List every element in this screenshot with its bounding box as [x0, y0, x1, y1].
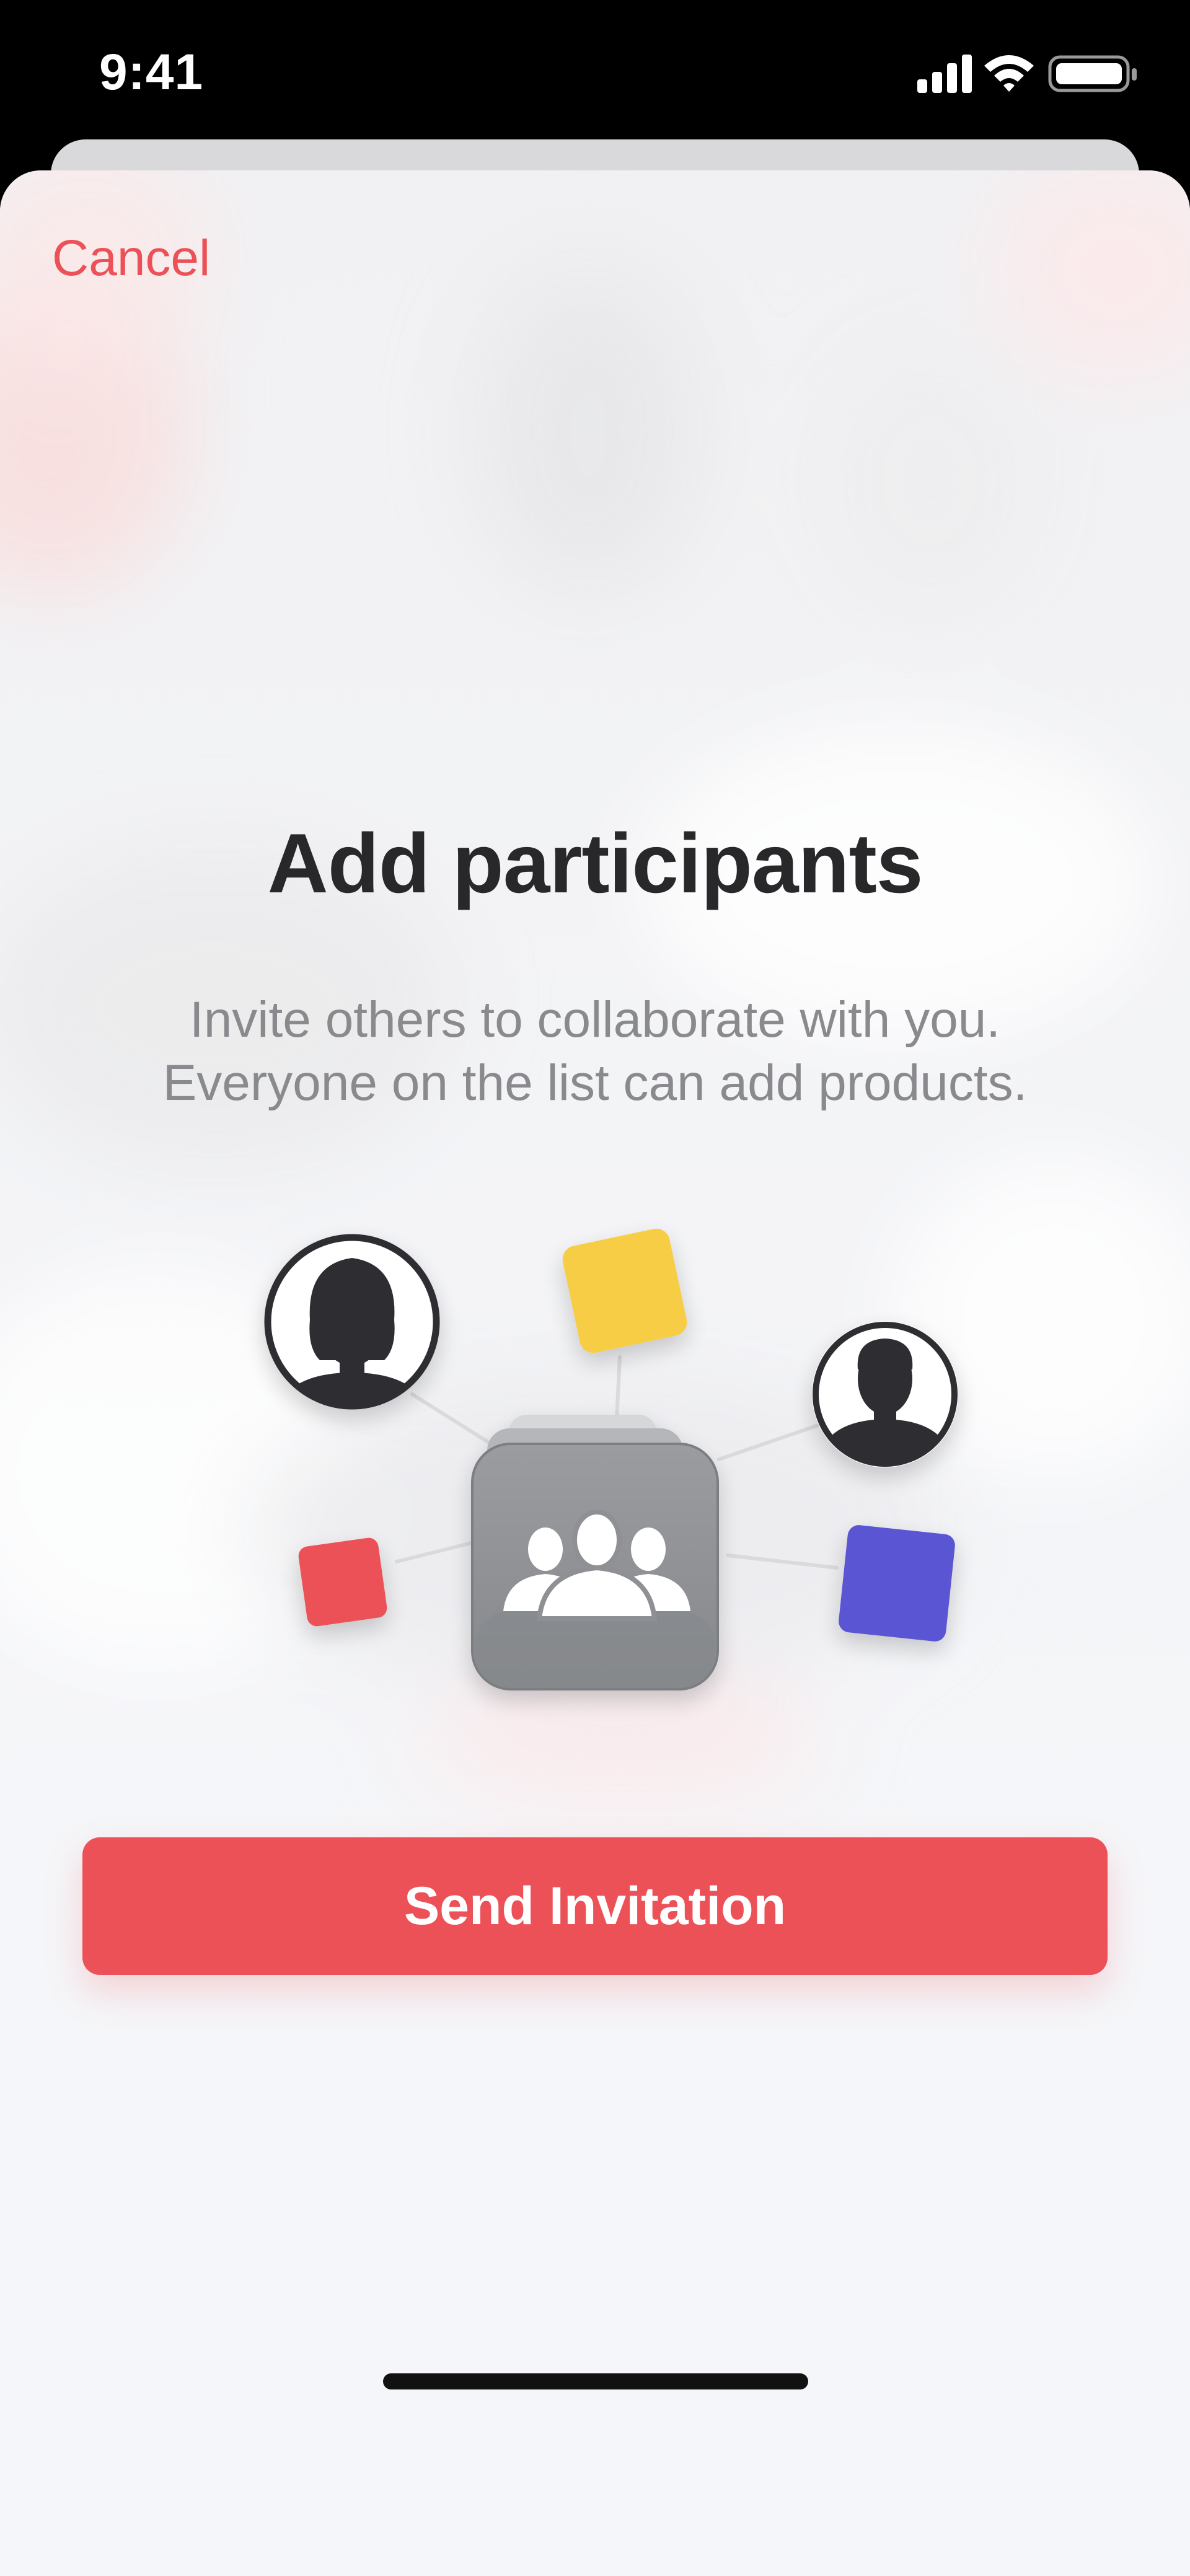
- page-title: Add participants: [267, 816, 923, 910]
- cancel-button[interactable]: Cancel: [52, 229, 210, 288]
- man-avatar-icon: [812, 1321, 958, 1467]
- status-bar: 9:41: [0, 0, 1190, 143]
- participants-illustration: [264, 1228, 958, 1690]
- modal-sheet: Cancel Add participants Invite others to…: [0, 170, 1190, 2576]
- group-icon: [471, 1415, 719, 1690]
- description: Invite others to collaborate with you. E…: [0, 988, 1190, 1115]
- description-line-1: Invite others to collaborate with you.: [189, 991, 1001, 1048]
- red-square-icon: [298, 1537, 387, 1627]
- blue-square-icon: [839, 1525, 955, 1642]
- status-time: 9:41: [99, 44, 204, 100]
- description-line-2: Everyone on the list can add products.: [162, 1055, 1028, 1111]
- cellular-signal-icon: [917, 55, 972, 93]
- battery-icon: [1048, 55, 1137, 92]
- status-icons: [917, 55, 1137, 93]
- yellow-square-icon: [562, 1228, 687, 1353]
- send-invitation-button[interactable]: Send Invitation: [82, 1837, 1108, 1975]
- home-indicator: [383, 2373, 808, 2389]
- wifi-icon: [984, 55, 1034, 92]
